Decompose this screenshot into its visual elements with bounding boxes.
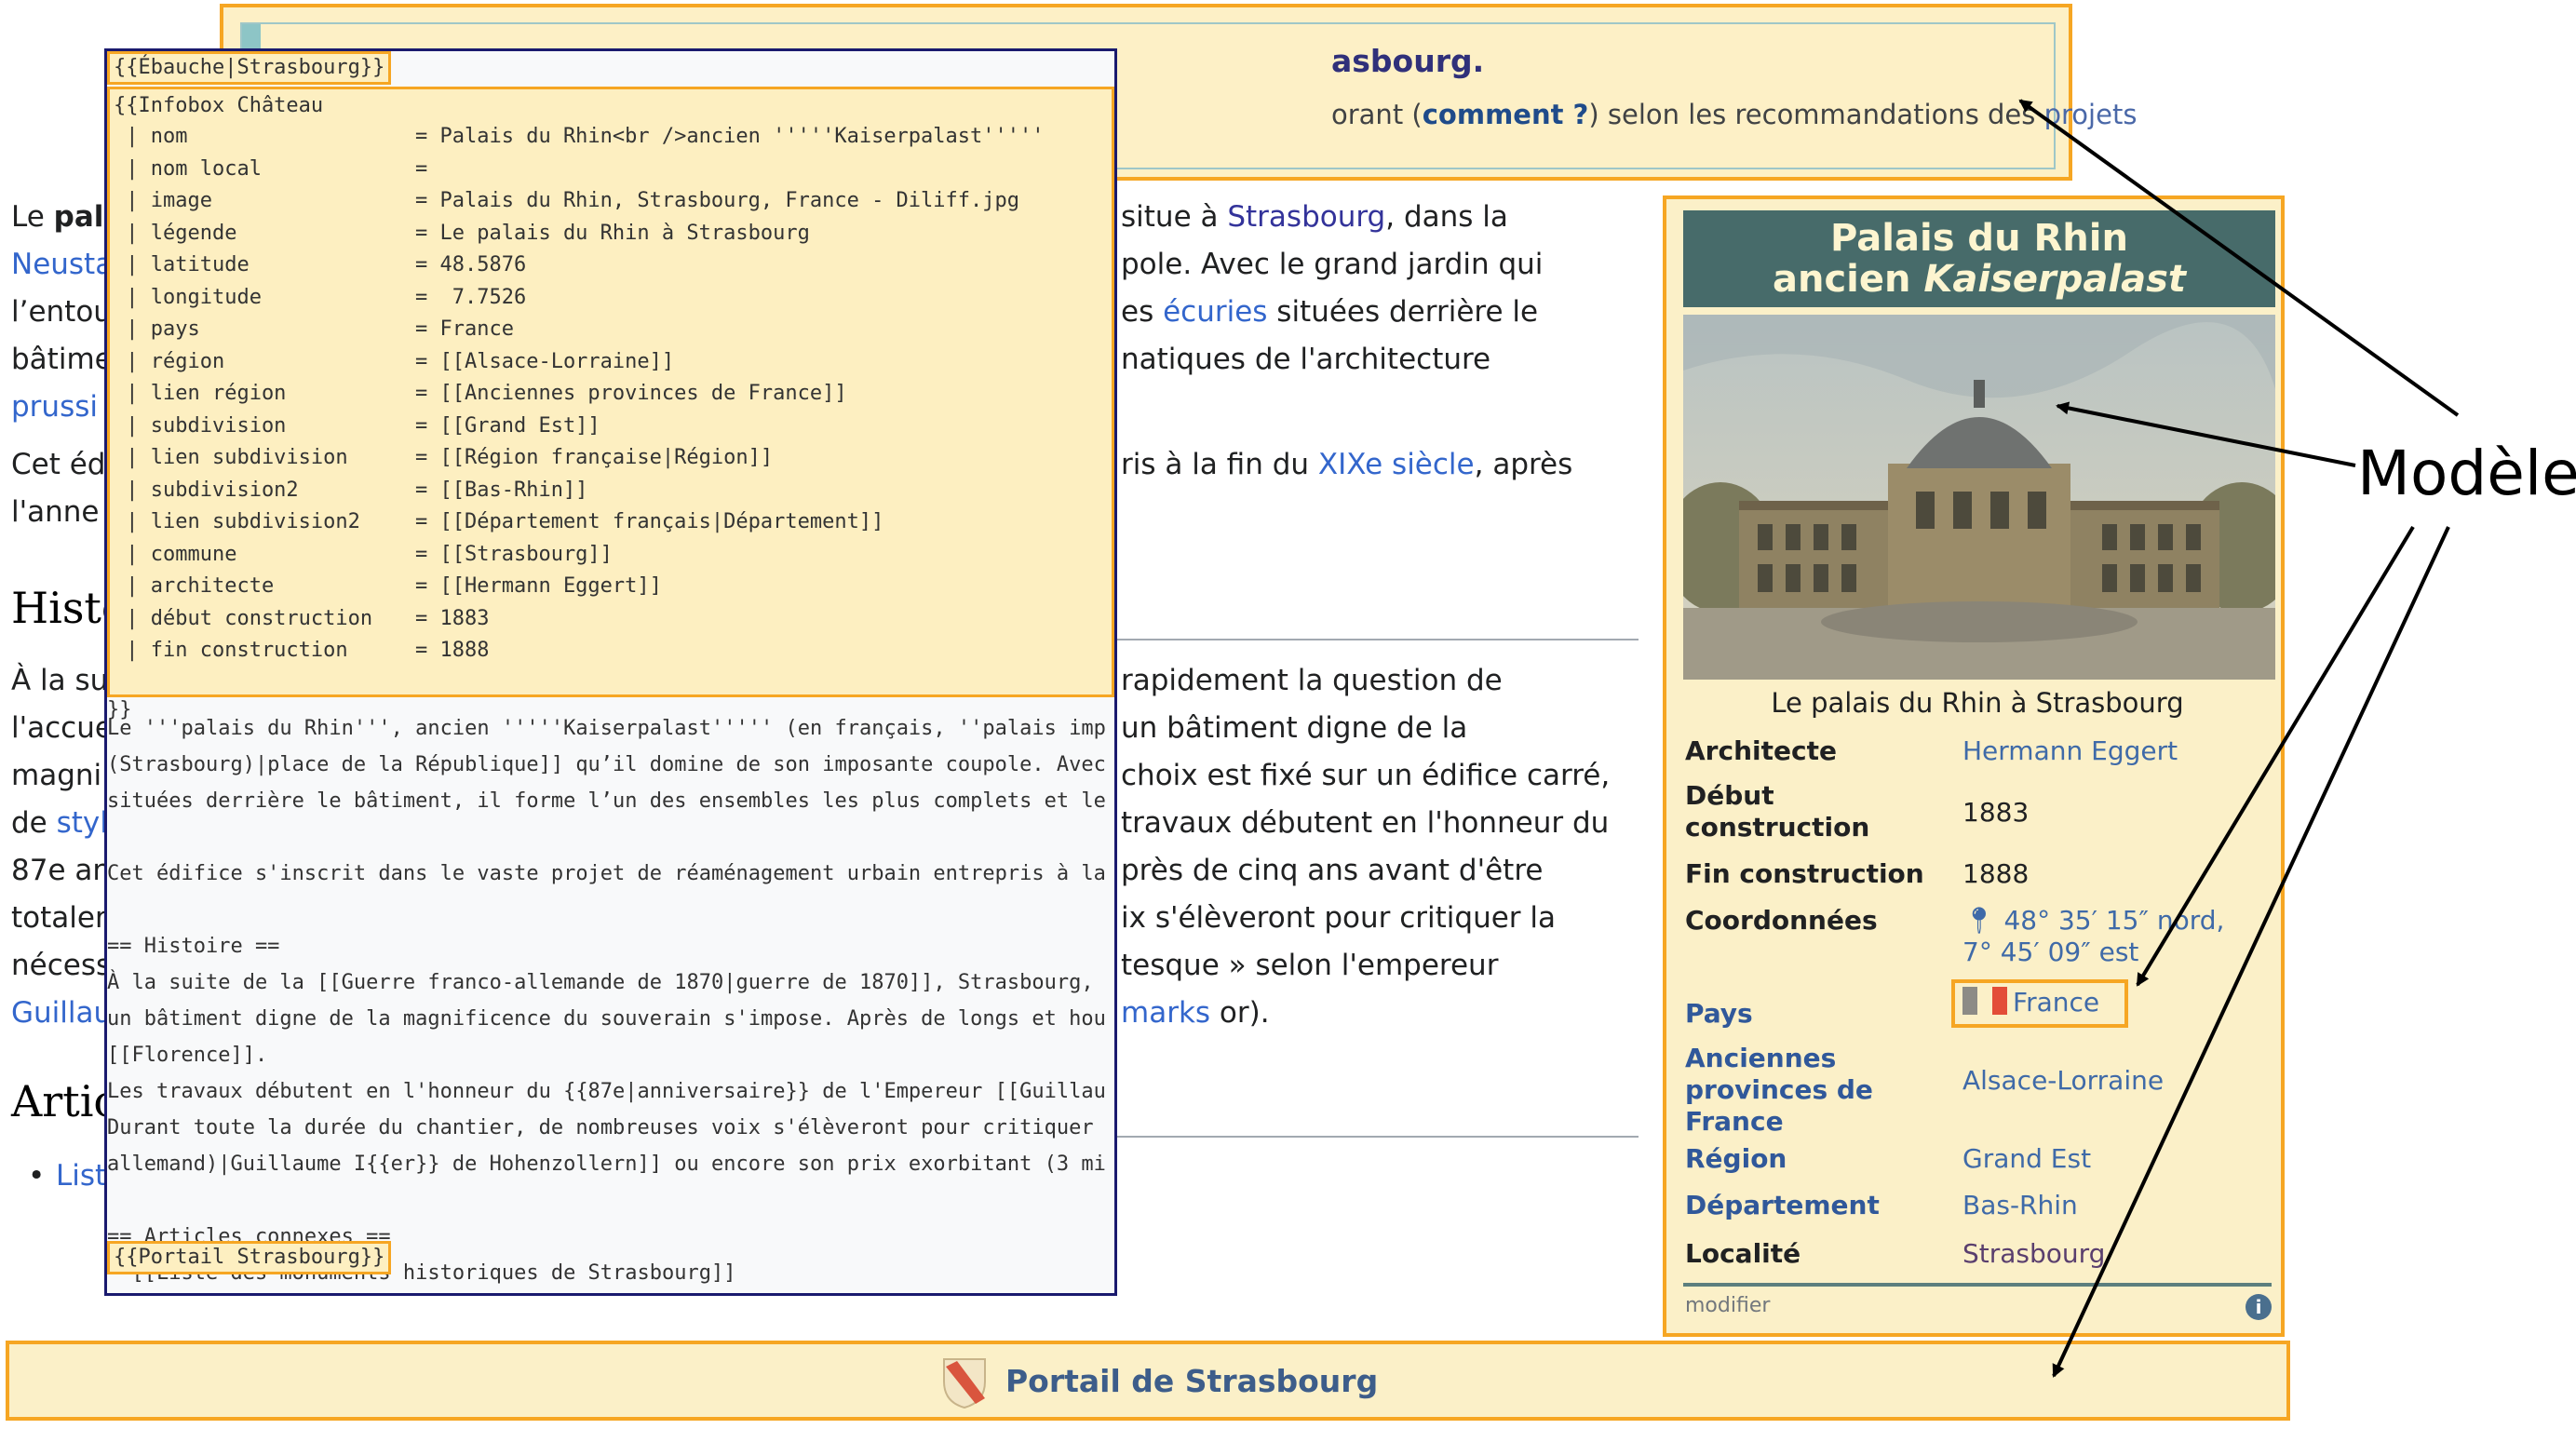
modele-annotation-label: Modèle: [2357, 438, 2576, 509]
arrow-to-portal: [2052, 526, 2450, 1378]
annotation-arrows: [2018, 99, 2460, 1378]
arrow-to-flag: [2136, 525, 2415, 987]
arrow-to-banner: [2018, 99, 2460, 417]
arrow-to-image: [2056, 401, 2356, 467]
